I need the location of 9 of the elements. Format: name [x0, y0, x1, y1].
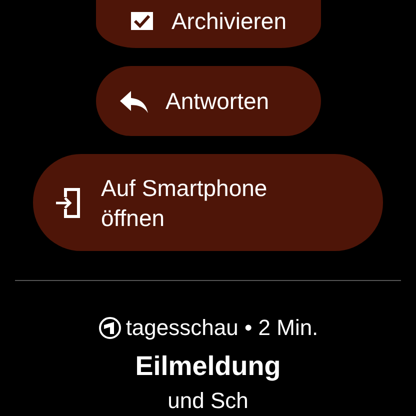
archive-icon	[129, 10, 156, 32]
notification-text: und Sch	[168, 388, 248, 414]
action-button[interactable]: Auf Smartphone öffnen	[33, 154, 383, 251]
reply-icon	[118, 89, 150, 113]
app-logo-icon	[98, 316, 122, 340]
action-button[interactable]: Antworten	[96, 66, 320, 136]
notification-source: tagesschau • 2 Min.	[126, 315, 318, 341]
action-button[interactable]: Archivieren	[96, 0, 320, 48]
notification-title: Eilmeldung	[135, 351, 281, 382]
